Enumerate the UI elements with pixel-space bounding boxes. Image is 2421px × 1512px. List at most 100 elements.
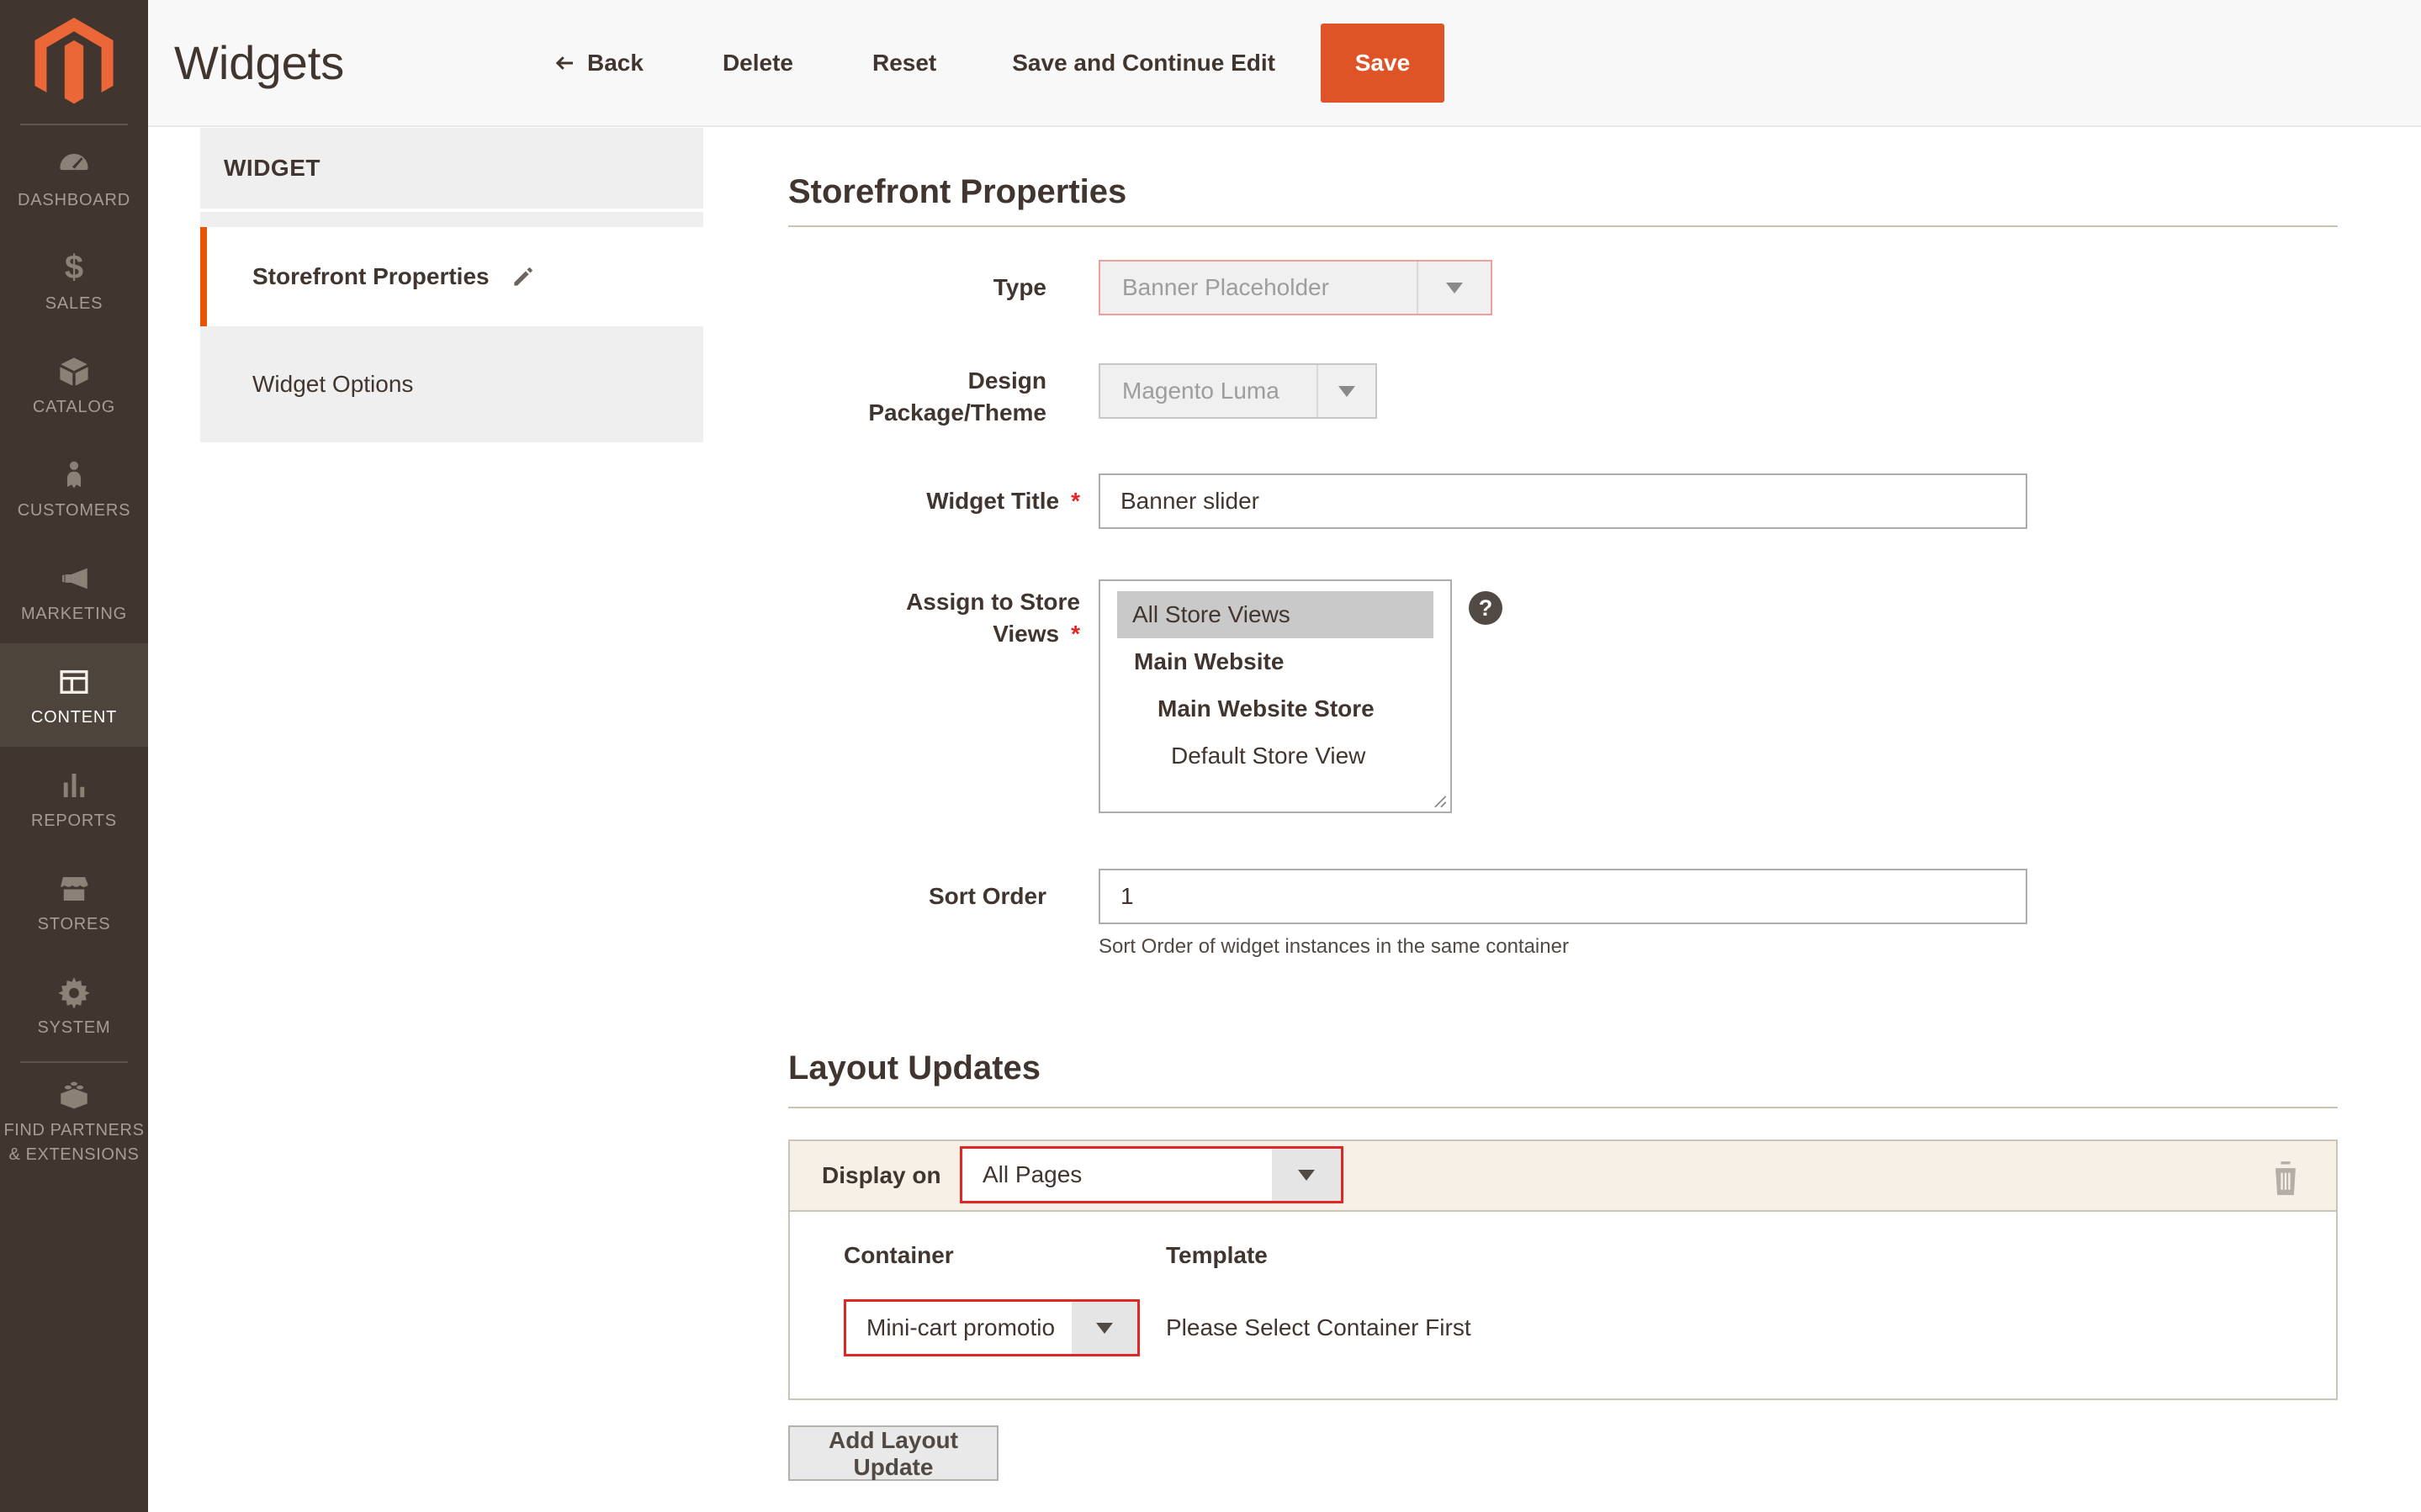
- tab-storefront-properties[interactable]: Storefront Properties: [200, 227, 703, 326]
- back-arrow-icon: [552, 50, 577, 76]
- section-title-layout-updates: Layout Updates: [788, 1049, 1041, 1087]
- sidebar-item-label: MARKETING: [21, 603, 127, 625]
- display-on-label: Display on: [822, 1162, 941, 1189]
- store-view-option-all[interactable]: All Store Views: [1117, 591, 1433, 638]
- dropdown-area: [1072, 1302, 1137, 1354]
- main-content: Storefront Properties Type Banner Placeh…: [788, 128, 2338, 1512]
- sidebar-item-label: SALES: [45, 293, 103, 315]
- section-divider: [788, 1107, 2338, 1108]
- display-on-value: All Pages: [962, 1149, 1272, 1201]
- dropdown-area: [1417, 262, 1491, 314]
- required-mark: *: [1071, 621, 1080, 647]
- content-icon: [56, 663, 92, 701]
- sort-order-label: Sort Order: [788, 869, 1080, 924]
- sales-icon: $: [65, 249, 83, 288]
- magento-logo-icon: [34, 18, 114, 108]
- assign-store-views-label: Assign to Store Views*: [788, 586, 1080, 650]
- catalog-icon: [56, 352, 92, 391]
- sidebar-nav: DASHBOARD $ SALES CATALOG CUSTOMERS MARK…: [0, 126, 148, 1057]
- chevron-down-icon: [1338, 386, 1355, 397]
- save-button[interactable]: Save: [1321, 24, 1444, 103]
- page-header: Widgets Back Delete Reset Save and Conti…: [148, 0, 2421, 127]
- sidebar-item-label: FIND PARTNERS & EXTENSIONS: [3, 1118, 144, 1167]
- section-title-storefront-properties: Storefront Properties: [788, 173, 1126, 211]
- sidebar-item-label: STORES: [38, 913, 111, 935]
- display-on-select[interactable]: All Pages: [960, 1146, 1343, 1203]
- sidebar-item-label: CATALOG: [33, 396, 115, 418]
- sidebar-item-sales[interactable]: $ SALES: [0, 230, 148, 333]
- add-layout-update-button[interactable]: Add Layout Update: [788, 1425, 999, 1481]
- dashboard-icon: [56, 145, 92, 184]
- dropdown-area: [1272, 1149, 1341, 1201]
- extensions-icon: [55, 1071, 93, 1115]
- container-select[interactable]: Mini-cart promotio: [844, 1299, 1140, 1356]
- magento-logo[interactable]: [0, 0, 148, 126]
- section-divider: [788, 225, 2338, 227]
- save-and-continue-button[interactable]: Save and Continue Edit: [1012, 50, 1275, 77]
- reports-icon: [56, 766, 92, 805]
- page-title: Widgets: [174, 0, 344, 125]
- page-actions: Back Delete Reset Save and Continue Edit…: [552, 0, 1444, 125]
- sidebar-item-label: CUSTOMERS: [18, 500, 131, 521]
- chevron-down-icon: [1446, 283, 1463, 293]
- sidebar-item-system[interactable]: SYSTEM: [0, 954, 148, 1057]
- reset-button[interactable]: Reset: [872, 50, 936, 77]
- widget-title-input[interactable]: [1099, 473, 2027, 529]
- pencil-icon: [510, 263, 537, 290]
- store-view-option-default[interactable]: Default Store View: [1100, 732, 1450, 780]
- required-mark: *: [1071, 488, 1080, 514]
- sidebar-item-label: DASHBOARD: [18, 189, 130, 211]
- sort-order-input[interactable]: [1099, 869, 2027, 924]
- widget-title-label: Widget Title*: [788, 473, 1080, 529]
- store-views-multiselect[interactable]: All Store Views Main Website Main Websit…: [1099, 579, 1452, 813]
- trash-icon: [2267, 1158, 2304, 1198]
- customers-icon: [56, 456, 92, 494]
- sidebar-item-reports[interactable]: REPORTS: [0, 747, 148, 850]
- layout-update-header: Display on All Pages: [790, 1141, 2336, 1212]
- sidebar-divider: [20, 124, 128, 125]
- type-select[interactable]: Banner Placeholder: [1099, 260, 1492, 315]
- dropdown-area: [1316, 365, 1375, 417]
- layout-update-card: Display on All Pages Container Template …: [788, 1139, 2338, 1400]
- sidebar-item-stores[interactable]: STORES: [0, 850, 148, 954]
- chevron-down-icon: [1298, 1170, 1315, 1181]
- layout-update-body: Container Template Mini-cart promotio Pl…: [790, 1212, 2336, 1398]
- chevron-down-icon: [1096, 1323, 1113, 1334]
- store-view-option-main-website-store[interactable]: Main Website Store: [1100, 685, 1450, 732]
- help-icon[interactable]: ?: [1469, 591, 1502, 625]
- system-icon: [56, 973, 92, 1012]
- widget-nav-panel: WIDGET Storefront Properties Widget Opti…: [200, 128, 703, 442]
- resize-handle-icon[interactable]: [1432, 793, 1447, 808]
- sidebar-item-customers[interactable]: CUSTOMERS: [0, 436, 148, 540]
- sort-order-note: Sort Order of widget instances in the sa…: [1099, 935, 1569, 959]
- store-view-option-main-website[interactable]: Main Website: [1100, 638, 1450, 685]
- widget-panel-strip: [200, 212, 703, 227]
- sidebar-item-content[interactable]: CONTENT: [0, 643, 148, 747]
- template-label: Template: [1166, 1242, 1268, 1269]
- back-button[interactable]: Back: [552, 50, 644, 77]
- marketing-icon: [56, 559, 92, 598]
- widget-panel-header: WIDGET: [200, 128, 703, 209]
- sidebar-item-label: CONTENT: [31, 706, 117, 728]
- delete-layout-update-button[interactable]: [2267, 1158, 2304, 1198]
- template-value: Please Select Container First: [1166, 1314, 1471, 1341]
- admin-sidebar: DASHBOARD $ SALES CATALOG CUSTOMERS MARK…: [0, 0, 148, 1512]
- sidebar-item-find-partners[interactable]: FIND PARTNERS & EXTENSIONS: [0, 1071, 148, 1167]
- stores-icon: [56, 870, 92, 908]
- delete-button[interactable]: Delete: [723, 50, 793, 77]
- tab-widget-options[interactable]: Widget Options: [200, 326, 703, 442]
- design-package-theme-select[interactable]: Magento Luma: [1099, 363, 1377, 419]
- sidebar-item-catalog[interactable]: CATALOG: [0, 333, 148, 436]
- sidebar-item-marketing[interactable]: MARKETING: [0, 540, 148, 643]
- type-select-value: Banner Placeholder: [1100, 262, 1417, 314]
- sidebar-item-label: REPORTS: [31, 810, 117, 832]
- sidebar-item-label: SYSTEM: [37, 1017, 110, 1039]
- tab-label: Storefront Properties: [252, 263, 490, 290]
- container-select-value: Mini-cart promotio: [846, 1302, 1072, 1354]
- type-label: Type: [788, 260, 1080, 315]
- container-label: Container: [844, 1242, 954, 1269]
- tab-label: Widget Options: [252, 371, 413, 398]
- sidebar-divider: [20, 1061, 128, 1063]
- sidebar-item-dashboard[interactable]: DASHBOARD: [0, 126, 148, 230]
- design-package-theme-label: Design Package/Theme: [788, 361, 1080, 429]
